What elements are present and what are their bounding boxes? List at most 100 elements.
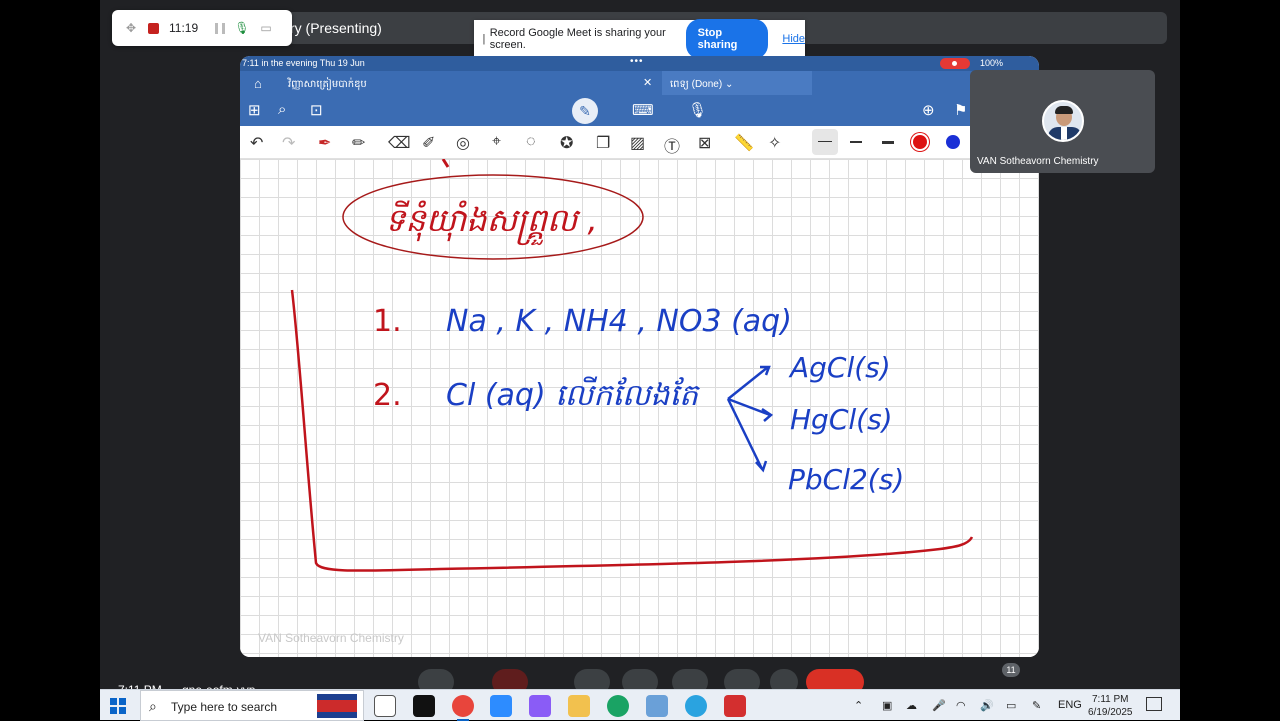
stop-recording-button[interactable] (148, 22, 159, 34)
undo-icon[interactable]: ↶ (250, 133, 263, 153)
shared-screen: 7:11 in the evening Thu 19 Jun ••• 100% … (240, 56, 1039, 657)
products: AgCl(s) HgCl(s) PbCl2(s) (788, 351, 904, 496)
clock-time: 7:11 PM (1092, 694, 1129, 705)
color-blue-swatch[interactable] (946, 135, 960, 149)
hide-banner-link[interactable]: Hide (782, 33, 805, 45)
chrome-icon[interactable] (452, 695, 474, 721)
lasso-fill-icon[interactable]: ⌖ (492, 133, 501, 151)
tiktok-icon[interactable] (413, 695, 435, 717)
handwriting-layer: ទីនុំយ៉ាំងសព្រ្គួល , 1. Na , K , NH4 , N… (290, 159, 974, 572)
task-view-icon[interactable] (374, 695, 396, 717)
pen-mode-icon[interactable]: ✎ (572, 98, 598, 124)
pause-icon[interactable] (215, 22, 225, 34)
stop-sharing-button[interactable]: Stop sharing (685, 19, 769, 59)
onedrive-icon[interactable]: ☁ (906, 699, 917, 712)
redo-icon[interactable]: ↷ (282, 133, 295, 153)
windows-taskbar: ⌕ Type here to search ⌃ ▣ ☁ 🎤 ◠ 🔊 ▭ ✎ EN… (100, 689, 1180, 721)
notes-top-toolbar: ⊞ ⌕ ⊡ ✎ ⌨ 🎙 ⊕ ⚑ (240, 95, 1039, 126)
color-red-swatch[interactable] (913, 135, 927, 149)
edge-icon[interactable] (607, 695, 629, 717)
tab-notebook-1[interactable]: វិញ្ញាសាត្រៀមបាក់ឌុប (288, 77, 367, 92)
laser-pointer-icon[interactable]: ✧ (768, 133, 781, 153)
microphone-icon[interactable]: 🎙 (234, 21, 249, 35)
scan-icon[interactable]: ⊠ (698, 133, 711, 153)
shape-tool-icon[interactable]: ◎ (456, 133, 470, 153)
bookmark-add-icon[interactable]: ⊡ (310, 101, 323, 119)
microphone-icon[interactable]: 🎙 (688, 101, 707, 119)
telegram-icon[interactable] (685, 695, 707, 717)
photos-icon[interactable] (646, 695, 668, 717)
arrows (726, 365, 774, 473)
line-width-thin[interactable] (812, 129, 838, 155)
sticker-icon[interactable]: ✪ (560, 133, 573, 153)
volume-icon[interactable]: 🔊 (980, 699, 994, 712)
home-icon[interactable]: ⌂ (254, 76, 262, 91)
participant-avatar (1042, 100, 1084, 142)
lasso-icon[interactable]: ◌ (526, 133, 536, 151)
search-placeholder: Type here to search (171, 700, 278, 714)
share-banner-text: Record Google Meet is sharing your scree… (489, 27, 666, 51)
meet-controls: 7:11 PM gne-eofm-yvp 11 (100, 660, 1180, 697)
element-icon[interactable]: ❐ (596, 133, 610, 153)
search-icon[interactable]: ⌕ (278, 101, 286, 118)
taskbar-search[interactable]: ⌕ Type here to search (140, 690, 364, 721)
tab-notebook-2-label: ពេទ្យ (Done) (670, 79, 723, 90)
line-2-text: Cl (aq) លើកលែងតែ (446, 376, 701, 413)
bookmark-icon[interactable]: ⚑ (954, 101, 967, 119)
pen-icon[interactable]: ✎ (1032, 699, 1041, 712)
move-icon[interactable]: ✥ (124, 21, 138, 35)
product-1: AgCl(s) (788, 351, 891, 384)
red-mark (441, 159, 450, 168)
notification-center-icon[interactable] (1146, 697, 1162, 711)
ruler-icon[interactable]: 📏 (734, 133, 754, 153)
arrow-1 (727, 365, 771, 400)
recording-timer: 11:19 (169, 21, 199, 35)
mic-tray-icon[interactable]: 🎤 (932, 699, 946, 712)
line-width-thick[interactable] (882, 141, 894, 144)
arrow-3 (726, 398, 768, 473)
language-indicator[interactable]: ENG (1058, 699, 1082, 711)
copilot-icon[interactable] (529, 695, 551, 717)
line-2-number: 2. (373, 378, 402, 413)
line-1: 1. Na , K , NH4 , NO3 (aq) (373, 304, 792, 339)
line-width-medium[interactable] (850, 141, 862, 143)
product-2: HgCl(s) (790, 403, 893, 436)
participant-tile[interactable]: VAN Sotheavorn Chemistry (970, 70, 1155, 173)
pencil-tool-icon[interactable]: ✏ (352, 133, 365, 153)
text-tool-icon[interactable]: Ⓣ (664, 133, 680, 157)
status-time: 7:11 in the evening Thu 19 Jun (242, 58, 365, 68)
add-page-icon[interactable]: ⊕ (922, 101, 935, 119)
file-explorer-icon[interactable] (568, 695, 590, 717)
wifi-icon[interactable]: ◠ (956, 699, 966, 712)
tab-notebook-2[interactable]: ពេទ្យ (Done) ⌄ (662, 71, 812, 95)
screen-share-banner: || Record Google Meet is sharing your sc… (474, 19, 805, 59)
ipad-status-bar: 7:11 in the evening Thu 19 Jun ••• 100% (240, 56, 1039, 71)
grid-view-icon[interactable]: ⊞ (248, 101, 261, 119)
show-hidden-icons[interactable]: ⌃ (854, 699, 863, 712)
pdf-reader-icon[interactable] (724, 695, 746, 717)
watermark: VAN Sotheavorn Chemistry (258, 631, 404, 645)
flag-icon (317, 694, 357, 718)
clock-date: 6/19/2025 (1088, 707, 1133, 718)
line-1-text: Na , K , NH4 , NO3 (aq) (446, 304, 792, 339)
highlighter-icon[interactable]: ✐ (422, 133, 435, 153)
zoom-icon[interactable] (490, 695, 512, 717)
camera-icon[interactable]: ▭ (259, 21, 273, 35)
drag-handle-icon[interactable]: || (482, 33, 485, 45)
pen-tool-icon[interactable]: ✒ (318, 133, 331, 153)
screen-record-indicator (940, 58, 970, 69)
taskbar-clock[interactable]: 7:11 PM 6/19/2025 (1088, 693, 1133, 719)
note-canvas[interactable]: ទីនុំយ៉ាំងសព្រ្គួល , 1. Na , K , NH4 , N… (240, 159, 1039, 657)
image-icon[interactable]: ▨ (630, 133, 645, 153)
start-button[interactable] (110, 698, 126, 714)
eraser-icon[interactable]: ⌫ (388, 133, 411, 153)
notebook-tab-bar: ⌂ វិញ្ញាសាត្រៀមបាក់ឌុប ✕ ពេទ្យ (Done) ⌄ (240, 71, 1039, 95)
search-icon: ⌕ (149, 698, 157, 714)
drawing-toolbar: ↶ ↷ ✒ ✏ ⌫ ✐ ◎ ⌖ ◌ ✪ ❐ ▨ Ⓣ ⊠ 📏 ✧ (240, 126, 1039, 159)
presenting-title: ry (Presenting) (290, 20, 382, 36)
close-tab-icon[interactable]: ✕ (643, 76, 652, 89)
multitask-dots-icon[interactable]: ••• (630, 56, 644, 67)
battery-icon[interactable]: ▭ (1006, 699, 1016, 712)
keyboard-icon[interactable]: ⌨ (632, 101, 654, 119)
meet-tray-icon[interactable]: ▣ (882, 699, 892, 712)
